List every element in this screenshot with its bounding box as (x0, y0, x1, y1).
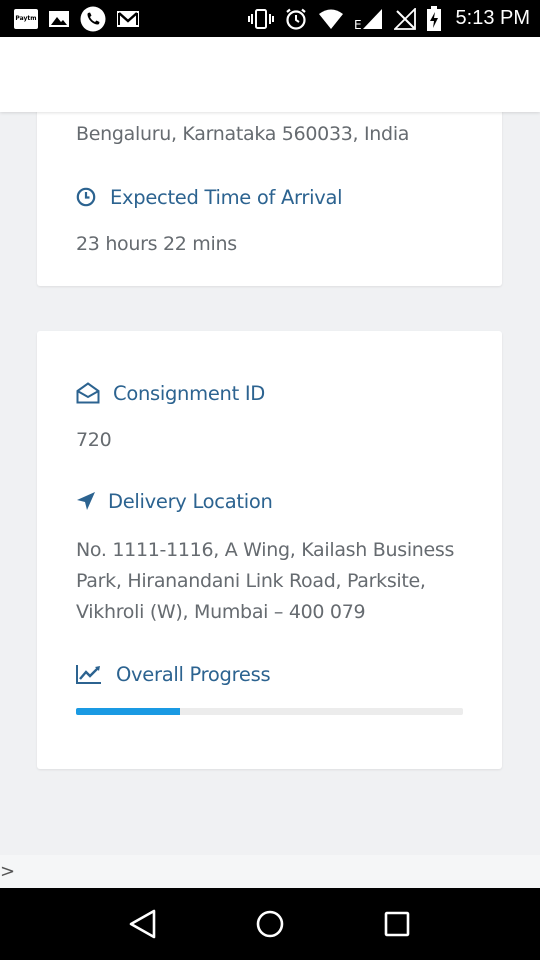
paytm-icon-label: Paytm (14, 8, 38, 29)
battery-icon (426, 5, 442, 32)
recents-square-icon (384, 911, 409, 937)
no-signal-icon (393, 7, 416, 30)
main-scroll-area[interactable]: Bengaluru, Karnataka 560033, India Expec… (0, 37, 540, 888)
delivery-address: No. 1111-1116, A Wing, Kailash Business … (76, 535, 454, 628)
gmail-icon (116, 10, 140, 28)
location-arrow-icon (76, 489, 102, 513)
consignment-heading: Consignment ID (76, 381, 265, 405)
paytm-icon: Paytm (14, 8, 38, 29)
progress-bar (76, 708, 463, 715)
page-footer: > (0, 855, 540, 888)
consignment-label: Consignment ID (113, 381, 265, 405)
footer-caret: > (0, 861, 16, 882)
status-time: 5:13 PM (455, 7, 530, 29)
network-type-label: E (354, 18, 362, 31)
android-nav-bar (0, 888, 540, 960)
origin-address: Bengaluru, Karnataka 560033, India (76, 123, 410, 145)
progress-heading: Overall Progress (76, 662, 271, 686)
status-bar: Paytm E 5:13 PM (0, 0, 540, 37)
delivery-address-line: No. 1111-1116, A Wing, Kailash Business (76, 539, 455, 561)
recents-button[interactable] (367, 894, 427, 954)
consignment-card: Consignment ID 720 Delivery Location No.… (37, 331, 502, 769)
eta-value: 23 hours 22 mins (76, 233, 237, 255)
phone-icon (80, 6, 106, 32)
progress-label: Overall Progress (116, 662, 271, 686)
back-button[interactable] (113, 894, 173, 954)
consignment-value: 720 (76, 429, 112, 451)
signal-icon: E (354, 7, 384, 31)
envelope-open-icon (76, 381, 102, 405)
delivery-heading: Delivery Location (76, 489, 273, 513)
gallery-icon (48, 10, 70, 28)
app-header (0, 37, 540, 112)
alarm-icon (284, 7, 308, 31)
wifi-icon (318, 8, 344, 30)
progress-bar-fill (76, 708, 181, 715)
vibrate-icon (247, 8, 274, 30)
clock-icon (76, 185, 102, 209)
home-circle-icon (256, 910, 284, 938)
eta-heading: Expected Time of Arrival (76, 185, 343, 209)
system-icons: E 5:13 PM (247, 5, 530, 32)
notification-icons: Paytm (14, 6, 140, 32)
home-button[interactable] (240, 894, 300, 954)
back-triangle-icon (130, 909, 156, 939)
trend-chart-icon (76, 662, 102, 686)
delivery-address-line: Park, Hiranandani Link Road, Parksite, (76, 570, 426, 592)
delivery-label: Delivery Location (108, 489, 273, 513)
eta-label: Expected Time of Arrival (110, 185, 343, 209)
delivery-address-line: Vikhroli (W), Mumbai – 400 079 (76, 601, 366, 623)
